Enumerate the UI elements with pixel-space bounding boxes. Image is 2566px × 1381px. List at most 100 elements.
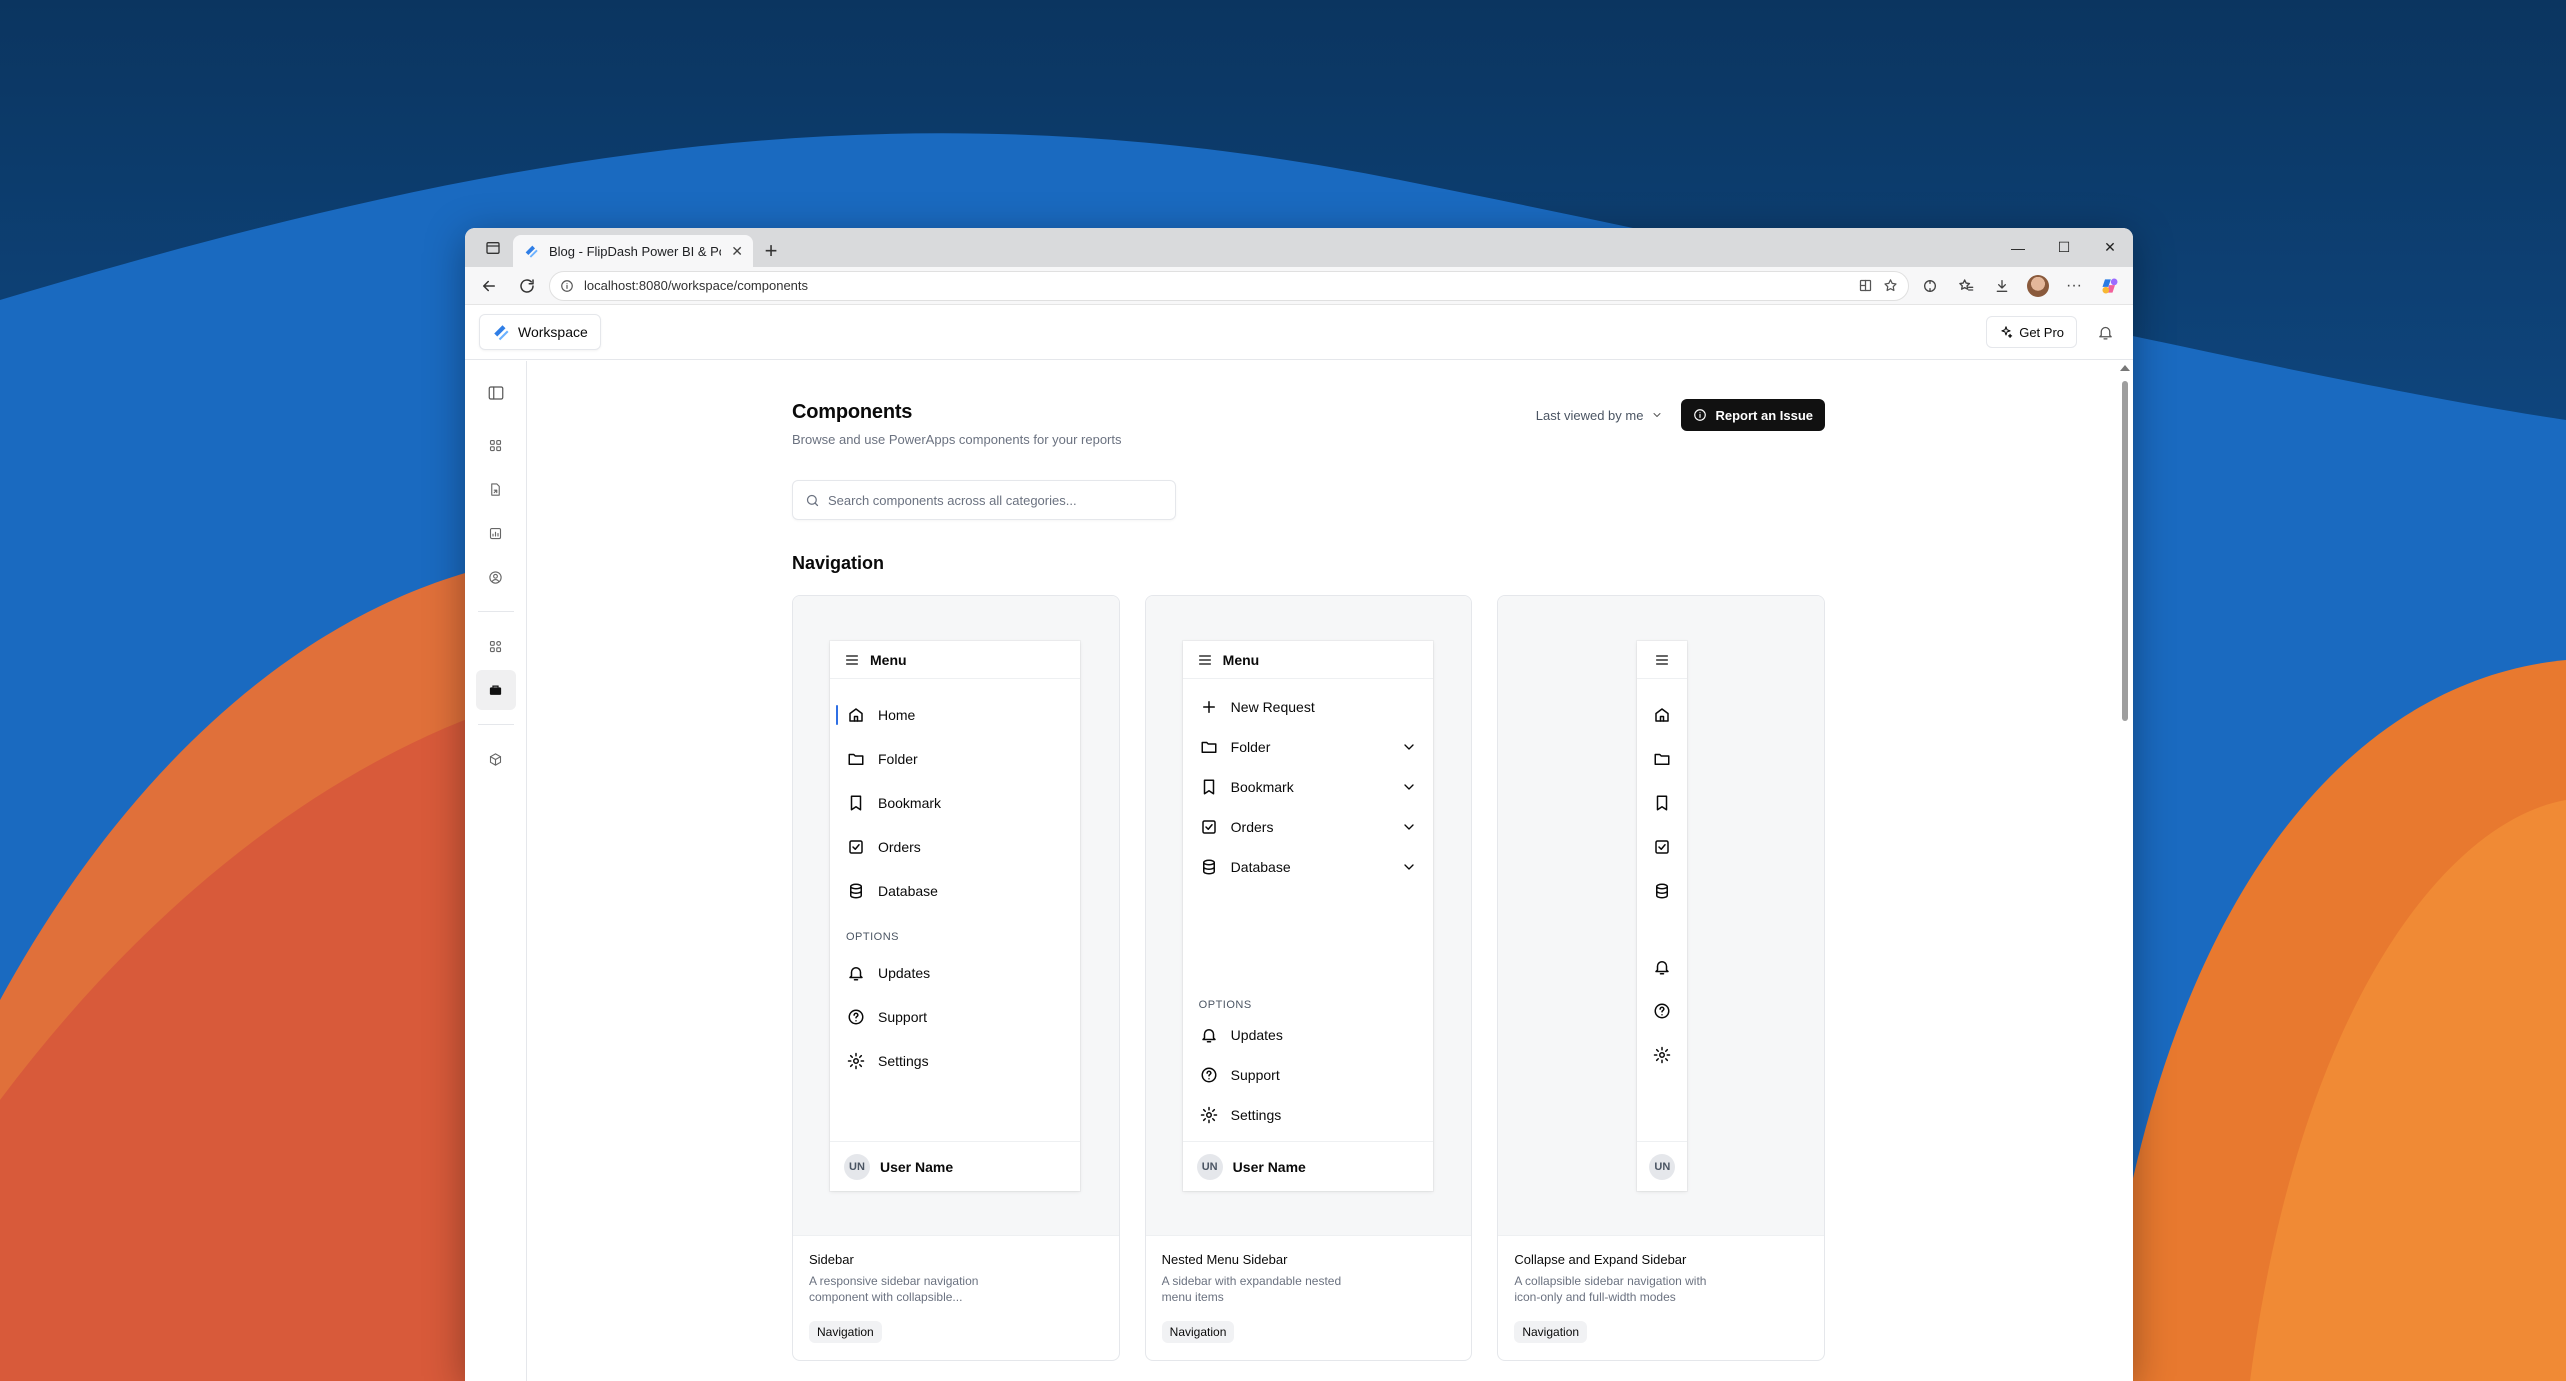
components-icon[interactable]: [475, 670, 516, 710]
site-info-icon[interactable]: [560, 279, 574, 293]
category-badge: Navigation: [809, 1321, 882, 1343]
home-icon[interactable]: [1637, 693, 1687, 737]
sidebar-item-updates[interactable]: Updates: [1183, 1015, 1433, 1055]
sidebar-item-bookmark[interactable]: Bookmark: [1183, 767, 1433, 807]
sidebar-item-folder[interactable]: Folder: [1183, 727, 1433, 767]
report-issue-label: Report an Issue: [1715, 407, 1813, 423]
browser-tab[interactable]: Blog - FlipDash Power BI & Power ✕: [513, 235, 753, 267]
close-window-icon[interactable]: ✕: [2087, 228, 2133, 267]
category-badge: Navigation: [1161, 1321, 1235, 1343]
sidebar-preview: Menu Home Folder Bookmark Orders Databas…: [830, 641, 1080, 1191]
help-circle-icon: [846, 1007, 866, 1027]
sidebar-item-settings[interactable]: Settings: [1183, 1095, 1433, 1135]
folder-icon[interactable]: [1637, 737, 1687, 781]
favorite-star-icon[interactable]: [1883, 278, 1898, 293]
profile-avatar[interactable]: [2023, 271, 2053, 301]
side-rail: [465, 361, 527, 1381]
sidebar-item-updates[interactable]: Updates: [830, 951, 1080, 995]
card-title: Nested Menu Sidebar: [1161, 1252, 1288, 1267]
help-circle-icon: [1199, 1065, 1219, 1085]
url-field[interactable]: localhost:8080/workspace/components: [549, 270, 1909, 301]
workspace-button[interactable]: Workspace: [479, 314, 601, 350]
database-icon[interactable]: [1637, 869, 1687, 913]
sidebar-item-home[interactable]: Home: [830, 693, 1080, 737]
sidebar-item-folder[interactable]: Folder: [830, 737, 1080, 781]
tab-strip: Blog - FlipDash Power BI & Power ✕ + — ☐…: [465, 228, 2133, 267]
menu-title: Menu: [870, 651, 907, 668]
card-description: A collapsible sidebar navigation with ic…: [1514, 1274, 1707, 1304]
card-description: A sidebar with expandable nested menu it…: [1161, 1274, 1342, 1304]
checkbox-icon: [1199, 817, 1219, 837]
sort-dropdown[interactable]: Last viewed by me: [1536, 408, 1664, 423]
bookmark-icon: [1199, 777, 1219, 797]
bell-icon[interactable]: [1637, 945, 1687, 989]
back-button[interactable]: [473, 270, 505, 302]
sidebar-item-database[interactable]: Database: [1183, 847, 1433, 887]
sidebar-item-settings[interactable]: Settings: [830, 1039, 1080, 1083]
sidebar-item-database[interactable]: Database: [830, 869, 1080, 913]
hamburger-icon: [1197, 652, 1213, 668]
sidebar-item-orders[interactable]: Orders: [830, 825, 1080, 869]
new-request-item[interactable]: New Request: [1183, 687, 1433, 727]
hamburger-icon[interactable]: [1637, 641, 1688, 679]
sidebar-item-support[interactable]: Support: [1183, 1055, 1433, 1095]
card-title: Sidebar: [809, 1252, 854, 1267]
notifications-bell-icon[interactable]: [2091, 318, 2119, 346]
get-pro-label: Get Pro: [2019, 324, 2064, 340]
bell-icon: [1199, 1025, 1219, 1045]
search-input[interactable]: Search components across all categories.…: [792, 480, 1176, 520]
info-circle-icon: [1693, 408, 1707, 422]
more-options-icon[interactable]: ···: [2059, 271, 2089, 301]
analytics-icon[interactable]: [476, 513, 516, 553]
workspace-label: Workspace: [518, 324, 588, 340]
component-card-nested-menu-sidebar[interactable]: Menu New Request Folder Bookmark Orders …: [1144, 595, 1473, 1361]
chevron-down-icon: [1651, 409, 1663, 421]
component-card-sidebar[interactable]: Menu Home Folder Bookmark Orders Databas…: [792, 595, 1120, 1361]
sidebar-item-support[interactable]: Support: [830, 995, 1080, 1039]
folder-icon: [1199, 737, 1219, 757]
vertical-scrollbar[interactable]: [2117, 361, 2133, 1381]
get-pro-button[interactable]: Get Pro: [1986, 316, 2077, 348]
chevron-down-icon[interactable]: [1401, 739, 1417, 755]
split-screen-icon[interactable]: [1858, 278, 1873, 293]
maximize-icon[interactable]: ☐: [2041, 228, 2087, 267]
minimize-icon[interactable]: —: [1995, 228, 2041, 267]
apps-icon[interactable]: [476, 626, 516, 666]
sidebar-item-bookmark[interactable]: Bookmark: [830, 781, 1080, 825]
user-footer[interactable]: UN User Name: [1182, 1141, 1433, 1191]
report-issue-button[interactable]: Report an Issue: [1681, 399, 1825, 431]
card-title: Collapse and Expand Sidebar: [1514, 1252, 1687, 1267]
package-icon[interactable]: [476, 739, 516, 779]
copilot-icon[interactable]: [2095, 271, 2125, 301]
chevron-down-icon[interactable]: [1401, 859, 1417, 875]
help-circle-icon[interactable]: [1637, 989, 1687, 1033]
gear-icon[interactable]: [1637, 1033, 1687, 1077]
sparkles-icon: [1999, 325, 2013, 339]
search-icon: [805, 493, 820, 508]
address-bar-row: localhost:8080/workspace/components ···: [465, 267, 2133, 305]
sidebar-item-orders[interactable]: Orders: [1183, 807, 1433, 847]
card-preview: Menu New Request Folder Bookmark Orders …: [1145, 596, 1472, 1236]
tab-actions-icon[interactable]: [473, 228, 513, 267]
sort-label: Last viewed by me: [1535, 407, 1644, 423]
chevron-down-icon[interactable]: [1401, 819, 1417, 835]
account-icon[interactable]: [476, 557, 516, 597]
header-actions: Get Pro: [1986, 316, 2119, 348]
reload-button[interactable]: [511, 270, 543, 302]
bookmark-icon[interactable]: [1637, 781, 1687, 825]
checkbox-icon[interactable]: [1637, 825, 1687, 869]
component-card-collapse-expand-sidebar[interactable]: UN Collapse and Expand Sidebar A collaps…: [1497, 595, 1826, 1361]
menu-header: Menu: [1182, 641, 1433, 679]
close-tab-icon[interactable]: ✕: [731, 243, 743, 260]
toggle-sidebar-icon[interactable]: [476, 373, 516, 413]
chevron-down-icon[interactable]: [1401, 779, 1417, 795]
extensions-icon[interactable]: [1915, 271, 1945, 301]
new-tab-button[interactable]: +: [753, 235, 789, 267]
user-footer[interactable]: UN: [1637, 1141, 1688, 1191]
reports-icon[interactable]: [476, 469, 516, 509]
favorites-icon[interactable]: [1951, 271, 1981, 301]
user-footer[interactable]: UN User Name: [830, 1141, 1080, 1191]
options-section-label: OPTIONS: [846, 931, 900, 943]
dashboard-icon[interactable]: [476, 425, 516, 465]
downloads-icon[interactable]: [1987, 271, 2017, 301]
